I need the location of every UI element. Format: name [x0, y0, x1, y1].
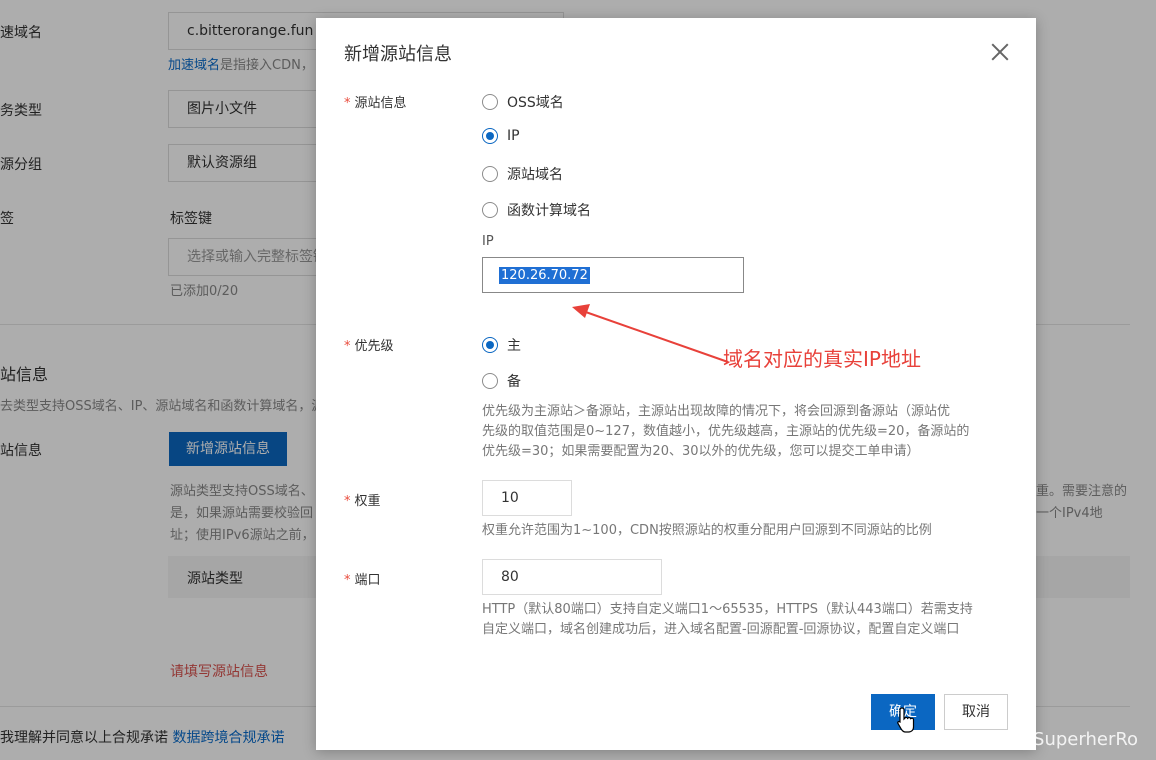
ip-label: IP: [482, 234, 494, 249]
priority-label: * 优先级: [344, 335, 394, 354]
radio-origin-ip[interactable]: IP: [482, 128, 520, 144]
priority-help-line-1: 优先级为主源站＞备源站，主源站出现故障的情况下，将会回源到备源站（源站优: [482, 404, 951, 419]
add-origin-dialog: 新增源站信息 * 源站信息 OSS域名 IP 源站域名 函数计算域名 IP 120…: [316, 18, 1036, 750]
port-input[interactable]: 80: [482, 559, 662, 595]
radio-label: 函数计算域名: [507, 203, 591, 219]
port-help-line-1: HTTP（默认80端口）支持自定义端口1～65535，HTTPS（默认443端口…: [482, 602, 973, 617]
priority-label-text: 优先级: [354, 339, 394, 354]
radio-dot: [482, 337, 498, 353]
annotation-text: 域名对应的真实IP地址: [723, 347, 921, 371]
radio-origin-fc[interactable]: 函数计算域名: [482, 200, 591, 220]
origin-info-label: * 源站信息: [344, 92, 407, 111]
ip-input[interactable]: 120.26.70.72: [482, 257, 744, 293]
watermark: CSDN @SuperherRo: [958, 729, 1139, 750]
radio-dot: [482, 373, 498, 389]
radio-dot: [482, 202, 498, 218]
radio-dot: [482, 94, 498, 110]
weight-label-text: 权重: [354, 494, 381, 509]
priority-help-line-2: 先级的取值范围是0~127，数值越小，优先级越高，主源站的优先级=20，备源站的: [482, 424, 970, 439]
radio-label: 源站域名: [507, 167, 563, 183]
weight-input[interactable]: 10: [482, 480, 572, 516]
dialog-title: 新增源站信息: [344, 44, 452, 65]
radio-origin-oss[interactable]: OSS域名: [482, 92, 564, 112]
radio-label: IP: [507, 128, 520, 144]
priority-help-line-3: 优先级=30；如果需要配置为20、30以外的优先级，您可以提交工单申请）: [482, 444, 920, 459]
annotation-arrow-head: [572, 304, 590, 318]
radio-origin-domain[interactable]: 源站域名: [482, 164, 563, 184]
radio-label: OSS域名: [507, 95, 564, 111]
port-label-text: 端口: [354, 573, 381, 588]
port-label: * 端口: [344, 569, 381, 588]
radio-label: 主: [507, 338, 521, 354]
annotation-arrow: [572, 304, 729, 363]
required-mark: *: [344, 96, 351, 111]
hand-cursor-icon: [897, 707, 915, 733]
required-mark: *: [344, 494, 351, 509]
required-mark: *: [344, 573, 351, 588]
cancel-button[interactable]: 取消: [944, 694, 1008, 730]
radio-label: 备: [507, 374, 521, 390]
port-help-line-2: 自定义端口，域名创建成功后，进入域名配置-回源配置-回源协议，配置自定义端口: [482, 622, 960, 637]
origin-info-label-text: 源站信息: [354, 96, 407, 111]
ip-value: 120.26.70.72: [499, 266, 590, 284]
radio-priority-backup[interactable]: 备: [482, 371, 521, 391]
radio-dot: [482, 128, 498, 144]
required-mark: *: [344, 339, 351, 354]
weight-label: * 权重: [344, 490, 381, 509]
radio-priority-primary[interactable]: 主: [482, 335, 521, 355]
close-icon[interactable]: [988, 40, 1012, 64]
annotation-arrow-line: [579, 309, 729, 363]
radio-dot: [482, 166, 498, 182]
weight-help: 权重允许范围为1~100，CDN按照源站的权重分配用户回源到不同源站的比例: [482, 523, 932, 538]
